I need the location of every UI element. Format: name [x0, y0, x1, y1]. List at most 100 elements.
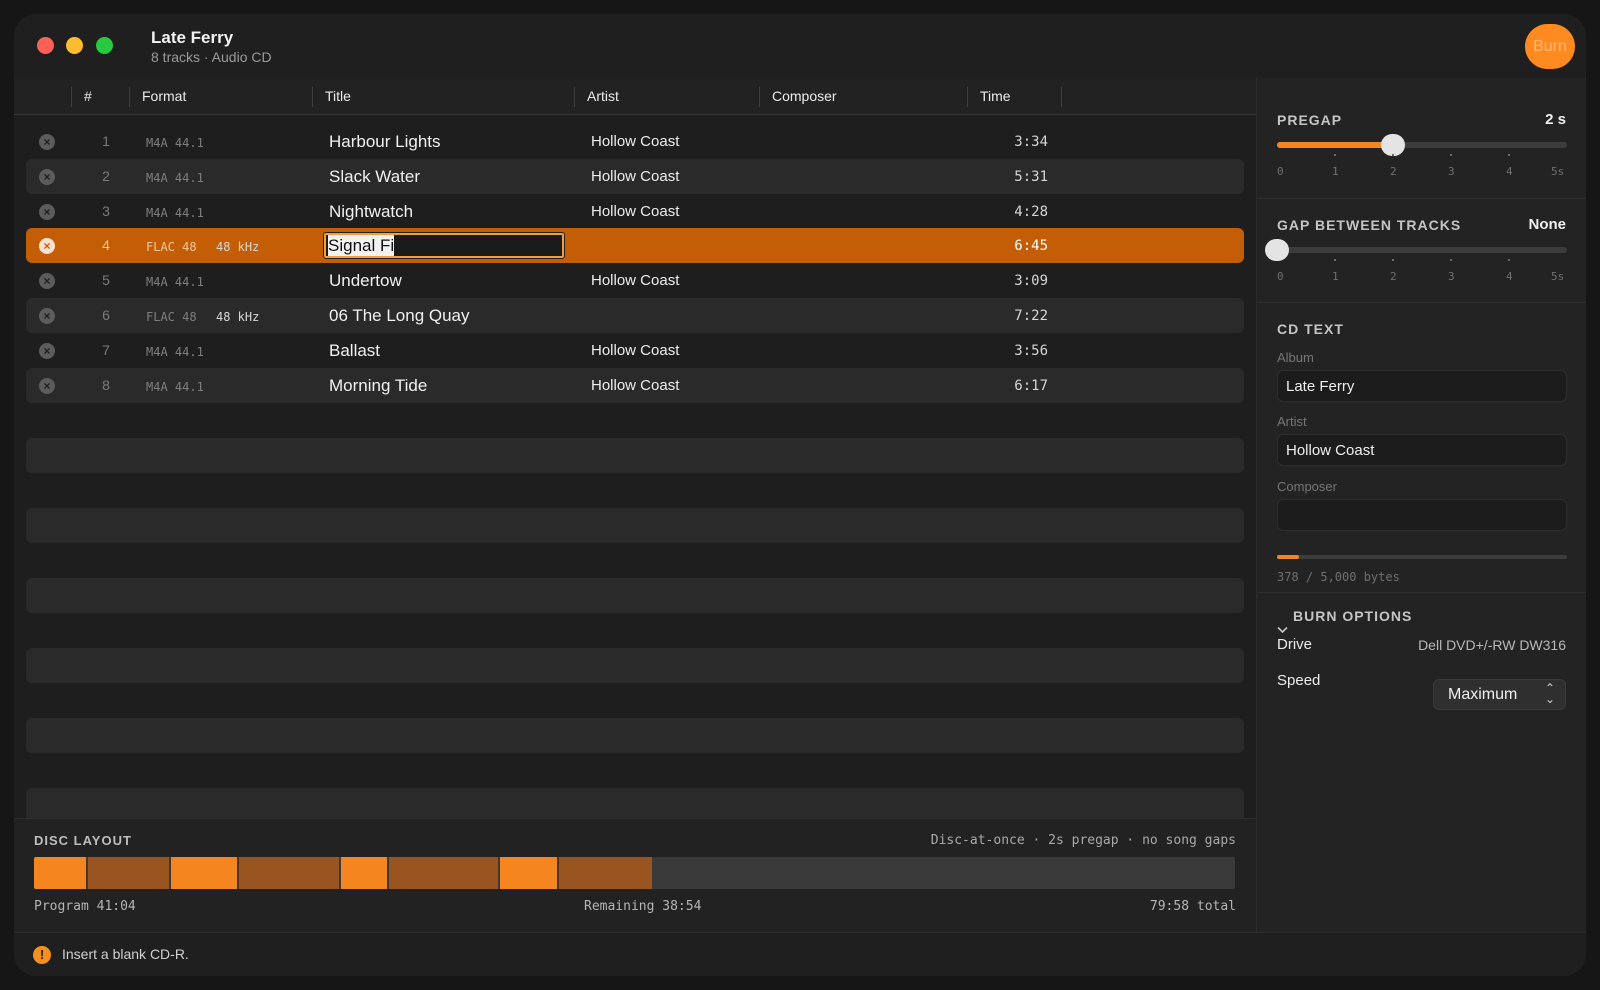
remove-track-icon[interactable]: ×	[39, 204, 55, 220]
track-number: 6	[102, 307, 110, 323]
track-artist[interactable]: Hollow Coast	[591, 377, 679, 394]
slider-tick-label: 0	[1277, 270, 1284, 283]
slider-tick-label: 0	[1277, 165, 1284, 178]
burn-options-heading[interactable]: BURN OPTIONS	[1293, 608, 1412, 624]
column-separator	[71, 87, 72, 107]
track-title[interactable]: Undertow	[329, 271, 402, 291]
track-row[interactable]: × 5 M4A 44.1 Undertow Hollow Coast 3:09	[26, 263, 1244, 298]
track-title-input[interactable]	[328, 235, 560, 256]
cd-text-usage-bar	[1277, 555, 1567, 559]
drive-value: Dell DVD+/-RW DW316	[1418, 637, 1566, 653]
track-time: 3:34	[1014, 134, 1048, 150]
composer-field[interactable]	[1277, 499, 1567, 531]
track-row[interactable]: × 7 M4A 44.1 Ballast Hollow Coast 3:56	[26, 333, 1244, 368]
slider-tick-mark	[1508, 259, 1510, 261]
disc-track-segment	[239, 857, 339, 889]
chevron-down-icon[interactable]	[1277, 623, 1288, 637]
disc-track-segment	[559, 857, 653, 889]
remove-track-icon[interactable]: ×	[39, 308, 55, 324]
slider-tick-mark	[1450, 259, 1452, 261]
gap-slider[interactable]	[1265, 239, 1567, 261]
track-row[interactable]: × 3 M4A 44.1 Nightwatch Hollow Coast 4:2…	[26, 194, 1244, 229]
track-format: M4A 44.1	[146, 136, 204, 150]
empty-row	[26, 438, 1244, 473]
pregap-slider-fill	[1277, 142, 1393, 148]
disc-track-segment	[34, 857, 87, 889]
slider-tick-label: 5s	[1551, 165, 1565, 178]
remove-track-icon[interactable]: ×	[39, 343, 55, 359]
column-header-number[interactable]: #	[84, 88, 92, 104]
track-artist[interactable]: Hollow Coast	[591, 272, 679, 289]
disc-track-segment	[88, 857, 170, 889]
track-row[interactable]: × 6 FLAC 48 48 kHz 06 The Long Quay 7:22	[26, 298, 1244, 333]
empty-row	[26, 718, 1244, 753]
track-title[interactable]: Morning Tide	[329, 376, 427, 396]
drive-label: Drive	[1277, 636, 1313, 653]
column-separator	[1061, 87, 1062, 107]
track-title-editor[interactable]	[323, 232, 565, 259]
column-header-composer[interactable]: Composer	[772, 88, 837, 104]
remove-track-icon[interactable]: ×	[39, 169, 55, 185]
track-row[interactable]: × 8 M4A 44.1 Morning Tide Hollow Coast 6…	[26, 368, 1244, 403]
track-artist[interactable]: Hollow Coast	[591, 203, 679, 220]
track-time: 3:56	[1014, 343, 1048, 359]
close-window-button[interactable]	[37, 37, 54, 54]
pregap-slider[interactable]	[1277, 134, 1567, 156]
slider-tick-label: 3	[1448, 165, 1455, 178]
slider-tick-mark	[1392, 259, 1394, 261]
minimize-window-button[interactable]	[66, 37, 83, 54]
pregap-slider-thumb[interactable]	[1381, 134, 1405, 156]
gap-slider-thumb[interactable]	[1265, 239, 1289, 261]
column-separator	[312, 87, 313, 107]
disc-program-length: Program 41:04	[34, 899, 136, 914]
zoom-window-button[interactable]	[96, 37, 113, 54]
app-window: Late Ferry 8 tracks · Audio CD Burn # Fo…	[14, 14, 1586, 976]
track-row[interactable]: × 1 M4A 44.1 Harbour Lights Hollow Coast…	[26, 124, 1244, 159]
remove-track-icon[interactable]: ×	[39, 378, 55, 394]
column-header-format[interactable]: Format	[142, 88, 186, 104]
disc-mode-summary: Disc-at-once · 2s pregap · no song gaps	[930, 833, 1236, 848]
disc-total-capacity: 79:58 total	[1149, 899, 1236, 914]
track-list: × 1 M4A 44.1 Harbour Lights Hollow Coast…	[26, 124, 1244, 818]
track-row-selected[interactable]: × 4 FLAC 48 48 kHz 6:45	[26, 228, 1244, 263]
track-format: FLAC 48	[146, 240, 197, 254]
slider-tick-mark	[1508, 154, 1510, 156]
column-separator	[967, 87, 968, 107]
disc-track-segment	[340, 857, 387, 889]
remove-track-icon[interactable]: ×	[39, 273, 55, 289]
column-header-title[interactable]: Title	[325, 88, 351, 104]
track-format: M4A 44.1	[146, 380, 204, 394]
slider-tick-label: 4	[1506, 165, 1513, 178]
cd-text-usage-label: 378 / 5,000 bytes	[1277, 570, 1400, 584]
track-number: 7	[102, 342, 110, 358]
album-field[interactable]	[1277, 370, 1567, 402]
track-time: 5:31	[1014, 169, 1048, 185]
track-row[interactable]: × 2 M4A 44.1 Slack Water Hollow Coast 5:…	[26, 159, 1244, 194]
track-artist[interactable]: Hollow Coast	[591, 168, 679, 185]
remove-track-icon[interactable]: ×	[39, 134, 55, 150]
divider	[1257, 198, 1586, 199]
slider-tick-label: 3	[1448, 270, 1455, 283]
track-title[interactable]: Harbour Lights	[329, 132, 441, 152]
track-artist[interactable]: Hollow Coast	[591, 133, 679, 150]
artist-field[interactable]	[1277, 434, 1567, 466]
track-title[interactable]: Slack Water	[329, 167, 420, 187]
divider	[1257, 592, 1586, 593]
title-bar: Late Ferry 8 tracks · Audio CD Burn	[14, 14, 1586, 78]
disc-track-segment	[499, 857, 558, 889]
track-number: 2	[102, 168, 110, 184]
track-title[interactable]: Nightwatch	[329, 202, 413, 222]
track-artist[interactable]: Hollow Coast	[591, 342, 679, 359]
column-header-time[interactable]: Time	[980, 88, 1011, 104]
album-label: Album	[1277, 350, 1314, 365]
slider-tick-label: 1	[1332, 165, 1339, 178]
track-time: 4:28	[1014, 204, 1048, 220]
speed-select[interactable]: Maximum ⌃ ⌄	[1433, 679, 1566, 710]
burn-button[interactable]: Burn	[1525, 24, 1575, 69]
pregap-heading: PREGAP	[1277, 112, 1343, 128]
remove-track-icon[interactable]: ×	[39, 238, 55, 254]
track-title[interactable]: 06 The Long Quay	[329, 306, 470, 326]
column-header-artist[interactable]: Artist	[587, 88, 619, 104]
cd-text-heading: CD TEXT	[1277, 321, 1344, 337]
track-title[interactable]: Ballast	[329, 341, 380, 361]
